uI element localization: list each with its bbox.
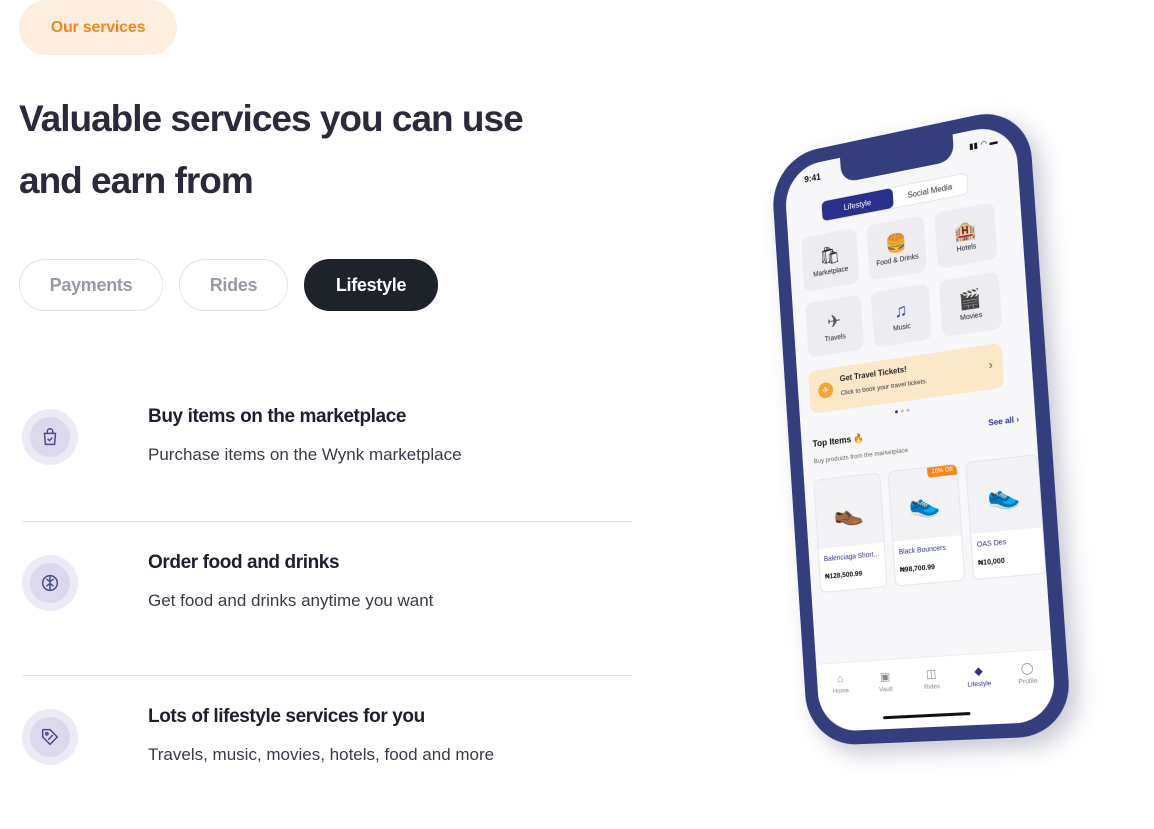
hotel-icon: 🏨	[953, 218, 978, 243]
phone-frame: 9:41 ▮▮ ◠ ▬ Lifestyle Social Media 🛍 Mark…	[770, 104, 1073, 747]
banner-title: Get Travel Tickets!	[839, 364, 907, 384]
top-items-subtitle: Buy products from the marketplace	[813, 446, 909, 466]
feature-title: Buy items on the marketplace	[148, 406, 407, 427]
clapperboard-icon: 🎬	[958, 286, 982, 311]
grid-item-travels[interactable]: ✈ Travels	[805, 294, 865, 358]
bottom-nav: ⌂ Home ▣ Vault ◫ Rides ◆ Lifestyle ◯ Profile	[816, 648, 1057, 733]
wallet-icon: ▣	[879, 670, 891, 684]
grid-item-movies[interactable]: 🎬 Movies	[938, 271, 1003, 338]
tag-icon	[41, 728, 59, 746]
phone-mockup: 9:41 ▮▮ ◠ ▬ Lifestyle Social Media 🛍 Mark…	[770, 104, 1073, 760]
feature-description: Get food and drinks anytime you want	[148, 591, 434, 610]
feature-title: Lots of lifestyle services for you	[148, 706, 425, 727]
burger-icon: 🍔	[884, 230, 908, 255]
product-card[interactable]: 👟 10% Off Black Bouncers ₦98,700.99	[887, 463, 966, 587]
brain-icon	[41, 574, 59, 592]
nav-vault[interactable]: ▣ Vault	[867, 669, 905, 694]
divider	[22, 675, 632, 676]
product-price: ₦128,500.99	[824, 570, 863, 581]
car-icon: ◫	[925, 668, 937, 681]
nav-rides[interactable]: ◫ Rides	[912, 666, 951, 691]
product-list: 👞 Balenciaga Short... ₦128,500.99 👟 10% …	[813, 453, 1047, 593]
nav-home[interactable]: ⌂ Home	[822, 672, 859, 697]
see-all-link[interactable]: See all ›	[988, 415, 1019, 428]
sneaker-icon: 👟	[966, 454, 1043, 535]
phone-screen: 9:41 ▮▮ ◠ ▬ Lifestyle Social Media 🛍 Mark…	[783, 121, 1057, 733]
feature-item-marketplace: Buy items on the marketplace Purchase it…	[22, 406, 632, 519]
page-title: Valuable services you can use and earn f…	[19, 88, 579, 212]
phone-notch	[839, 134, 955, 184]
travel-banner[interactable]: ✈ Get Travel Tickets! Click to book your…	[807, 342, 1005, 415]
feature-title: Order food and drinks	[148, 552, 340, 573]
airplane-icon: ✈	[817, 381, 834, 400]
feature-item-food: Order food and drinks Get food and drink…	[22, 552, 632, 665]
segment-social-media[interactable]: Social Media	[892, 173, 967, 207]
sneaker-icon: 👟	[888, 464, 962, 542]
service-grid: 🛍 Marketplace 🍔 Food & Drinks 🏨 Hotels ✈ Tra…	[800, 201, 1003, 358]
status-time: 9:41	[804, 171, 822, 185]
grid-item-hotels[interactable]: 🏨 Hotels	[934, 201, 998, 270]
product-name: Balenciaga Short...	[823, 551, 880, 564]
product-price: ₦98,700.99	[899, 564, 936, 575]
grid-item-marketplace[interactable]: 🛍 Marketplace	[800, 227, 860, 292]
home-indicator	[882, 711, 971, 720]
grid-item-food-drinks[interactable]: 🍔 Food & Drinks	[866, 215, 928, 281]
divider	[22, 521, 632, 522]
nav-profile[interactable]: ◯ Profile	[1007, 660, 1048, 686]
airplane-icon: ✈	[826, 309, 842, 332]
section-label: Our services	[19, 0, 177, 55]
product-card[interactable]: 👟 OAS Des ₦10,000	[965, 453, 1047, 580]
feature-item-lifestyle: Lots of lifestyle services for you Trave…	[22, 706, 632, 819]
feature-icon-container	[22, 409, 78, 465]
product-card[interactable]: 👞 Balenciaga Short... ₦128,500.99	[813, 472, 888, 593]
shoe-icon: 👞	[814, 473, 884, 550]
signal-battery-icon: ▮▮ ◠ ▬	[968, 136, 998, 152]
marketplace-icon: 🛍	[818, 243, 841, 267]
tab-lifestyle[interactable]: Lifestyle	[304, 259, 438, 311]
nav-lifestyle[interactable]: ◆ Lifestyle	[959, 663, 999, 689]
feature-description: Travels, music, movies, hotels, food and…	[148, 745, 495, 764]
feature-icon-container	[22, 709, 78, 765]
tab-payments[interactable]: Payments	[19, 259, 163, 311]
chevron-right-icon: ›	[988, 357, 994, 373]
home-icon: ⌂	[836, 672, 844, 686]
product-name: Black Bouncers	[898, 544, 947, 557]
shopping-bag-icon	[43, 428, 57, 446]
feature-icon-container	[22, 555, 78, 611]
page-title-line-1: Valuable services you can use	[19, 98, 524, 139]
top-items-title: Top Items 🔥	[812, 432, 865, 449]
product-price: ₦10,000	[977, 557, 1006, 568]
user-icon: ◯	[1020, 662, 1034, 676]
segment-lifestyle[interactable]: Lifestyle	[821, 187, 894, 222]
music-icon: ♫	[893, 299, 908, 321]
feature-description: Purchase items on the Wynk marketplace	[148, 445, 462, 464]
page-title-line-2: and earn from	[19, 160, 254, 201]
bag-icon: ◆	[973, 665, 984, 679]
carousel-dots	[894, 408, 910, 414]
product-name: OAS Des	[976, 539, 1007, 549]
service-tabs: Payments Rides Lifestyle	[19, 259, 438, 311]
grid-item-music[interactable]: ♫ Music	[870, 282, 932, 348]
tab-rides[interactable]: Rides	[179, 259, 288, 311]
